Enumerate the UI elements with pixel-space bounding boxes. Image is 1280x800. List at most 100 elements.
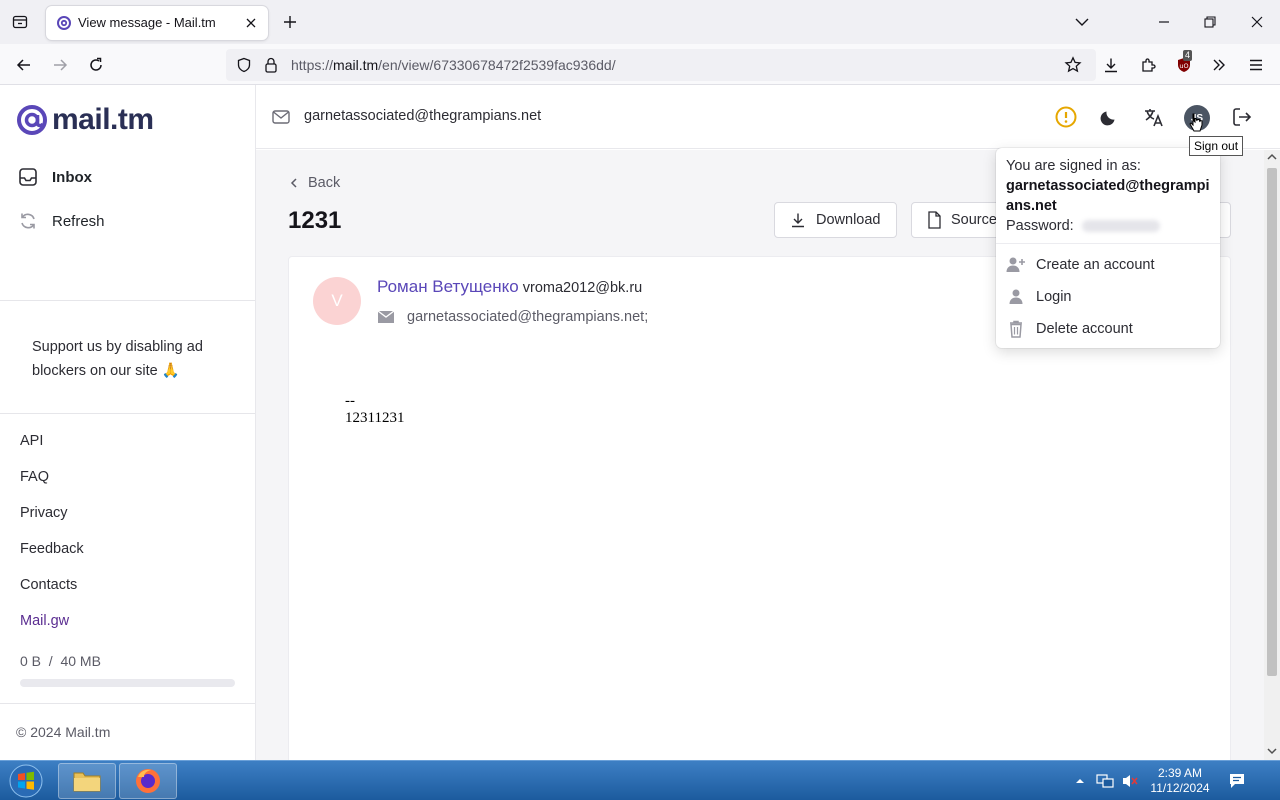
sender-email: vroma2012@bk.ru xyxy=(522,280,643,296)
footer-link-contacts[interactable]: Contacts xyxy=(20,577,77,593)
body-line: 12311231 xyxy=(345,410,405,426)
system-clock[interactable]: 2:39 AM 11/12/2024 xyxy=(1142,766,1218,796)
footer-link-feedback[interactable]: Feedback xyxy=(20,541,84,557)
mailtm-favicon-icon xyxy=(57,16,71,30)
start-button[interactable] xyxy=(4,763,48,799)
windows-logo-icon xyxy=(9,764,43,798)
trash-icon xyxy=(1010,320,1022,338)
app-menu-button[interactable] xyxy=(1244,53,1268,77)
warning-button[interactable] xyxy=(1054,105,1078,129)
refresh-icon xyxy=(21,213,35,229)
sidebar: mail.tm Inbox Refresh Support us by disa… xyxy=(0,85,256,760)
clock-date: 11/12/2024 xyxy=(1150,781,1210,795)
back-nav-button[interactable] xyxy=(12,53,36,77)
envelope-icon xyxy=(377,310,395,323)
support-message: Support us by disabling ad blockers on o… xyxy=(32,339,203,379)
scroll-up-arrow-icon[interactable] xyxy=(1267,153,1277,161)
signed-in-label: You are signed in as: xyxy=(1006,158,1141,174)
account-dropdown-menu: You are signed in as: garnetassociated@t… xyxy=(996,148,1220,348)
page-scrollbar[interactable] xyxy=(1264,150,1280,760)
taskbar-file-explorer[interactable] xyxy=(58,763,116,799)
current-address[interactable]: garnetassociated@thegrampians.net xyxy=(304,108,541,124)
svg-text:uO: uO xyxy=(1179,62,1188,70)
dark-mode-toggle[interactable] xyxy=(1097,105,1121,129)
moon-icon xyxy=(1100,111,1115,126)
tab-list-button[interactable] xyxy=(8,10,32,34)
url-bar[interactable]: https://mail.tm/en/view/67330678472f2539… xyxy=(226,49,1096,81)
close-icon xyxy=(246,18,256,28)
forward-nav-button[interactable] xyxy=(48,53,72,77)
back-label: Back xyxy=(308,175,341,191)
windows-taskbar: 2:39 AM 11/12/2024 xyxy=(0,760,1280,800)
download-button[interactable]: Download xyxy=(774,202,897,238)
minimize-button[interactable] xyxy=(1154,12,1174,32)
back-link[interactable]: Back xyxy=(288,175,340,191)
mailtm-logo[interactable]: mail.tm xyxy=(16,103,154,137)
storage-progress-bar xyxy=(20,679,235,687)
mail-icon xyxy=(272,110,290,124)
language-button[interactable] xyxy=(1142,105,1166,129)
warning-circle-icon xyxy=(1055,106,1077,128)
new-tab-button[interactable] xyxy=(280,12,300,32)
delete-account-item[interactable]: Delete account xyxy=(1006,320,1133,338)
chevron-left-icon xyxy=(290,178,297,188)
browser-nav-bar: https://mail.tm/en/view/67330678472f2539… xyxy=(0,44,1280,85)
copyright: © 2024 Mail.tm xyxy=(16,724,111,740)
close-icon xyxy=(1251,16,1263,28)
menu-item-label: Delete account xyxy=(1036,321,1133,337)
download-icon xyxy=(1105,58,1117,73)
folder-icon xyxy=(73,772,101,792)
extensions-button[interactable] xyxy=(1136,53,1160,77)
downloads-button[interactable] xyxy=(1099,53,1123,77)
scrollbar-thumb[interactable] xyxy=(1267,168,1277,676)
footer-link-faq[interactable]: FAQ xyxy=(20,469,49,485)
sign-out-button[interactable] xyxy=(1230,105,1254,129)
hamburger-menu-icon xyxy=(1250,59,1262,71)
tab-overflow-button[interactable] xyxy=(1072,12,1092,32)
download-icon xyxy=(792,213,804,228)
action-center-icon[interactable] xyxy=(1228,772,1246,790)
create-account-item[interactable]: Create an account xyxy=(1006,256,1155,274)
volume-muted-icon[interactable] xyxy=(1121,773,1139,789)
more-tools-button[interactable] xyxy=(1207,53,1231,77)
app-header: garnetassociated@thegrampians.net JS xyxy=(256,85,1280,149)
network-icon[interactable] xyxy=(1096,773,1114,789)
password-row: Password: xyxy=(1006,216,1210,236)
browser-tab-active[interactable]: View message - Mail.tm xyxy=(46,6,268,40)
storage-usage: 0 B / 40 MB xyxy=(20,653,101,669)
sidebar-item-inbox[interactable]: Inbox xyxy=(18,167,92,187)
tray-expand-icon[interactable] xyxy=(1075,777,1085,785)
arrow-right-icon xyxy=(54,59,68,71)
restore-button[interactable] xyxy=(1200,12,1220,32)
url-text: https://mail.tm/en/view/67330678472f2539… xyxy=(291,57,616,73)
signed-in-info: You are signed in as: garnetassociated@t… xyxy=(1006,156,1210,236)
mouse-cursor-icon xyxy=(1189,113,1203,132)
sign-out-icon xyxy=(1233,108,1252,126)
shield-icon[interactable] xyxy=(236,57,252,73)
footer-link-privacy[interactable]: Privacy xyxy=(20,505,68,521)
sidebar-item-refresh[interactable]: Refresh xyxy=(18,211,105,231)
sidebar-item-label: Inbox xyxy=(52,168,92,186)
clock-time: 2:39 AM xyxy=(1157,766,1203,780)
lock-icon[interactable] xyxy=(264,57,278,73)
sign-out-tooltip: Sign out xyxy=(1189,136,1244,156)
reload-icon xyxy=(90,57,102,71)
recipient-row: garnetassociated@thegrampians.net; xyxy=(377,309,648,325)
tab-close-button[interactable] xyxy=(242,14,260,32)
sender-name: Роман Ветущенко xyxy=(377,277,519,296)
login-item[interactable]: Login xyxy=(1006,288,1071,306)
download-label: Download xyxy=(816,212,881,228)
taskbar-firefox[interactable] xyxy=(119,763,177,799)
restore-icon xyxy=(1204,16,1216,28)
scroll-down-arrow-icon[interactable] xyxy=(1267,747,1277,755)
password-hidden-value[interactable] xyxy=(1081,220,1160,232)
menu-item-label: Login xyxy=(1036,289,1072,305)
browser-tab-strip: View message - Mail.tm xyxy=(0,0,1280,44)
footer-link-api[interactable]: API xyxy=(20,433,43,449)
ublock-extension-button[interactable]: uO 4 xyxy=(1172,50,1196,77)
window-close-button[interactable] xyxy=(1247,12,1267,32)
bookmark-button[interactable] xyxy=(1061,53,1085,77)
reload-button[interactable] xyxy=(84,53,108,77)
message-subject: 1231 xyxy=(288,207,342,234)
footer-link-mailgw[interactable]: Mail.gw xyxy=(20,613,69,629)
